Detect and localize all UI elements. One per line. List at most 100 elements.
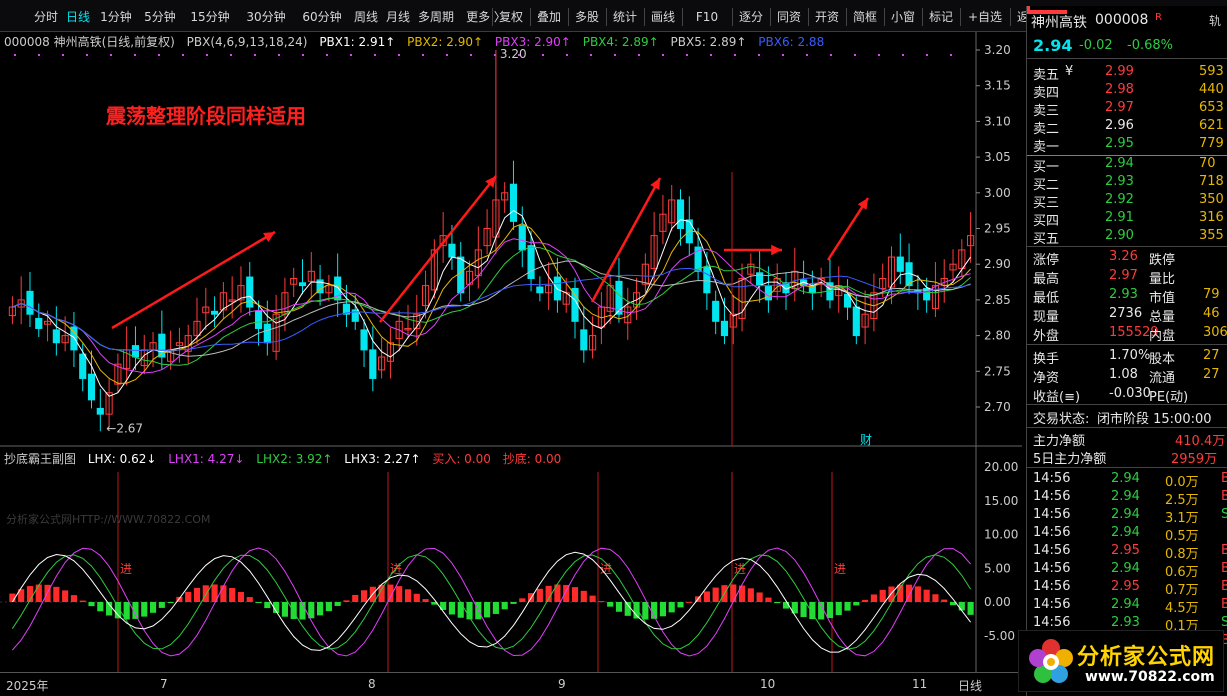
- hist-bar: [220, 585, 227, 602]
- bid-volume: 316: [1199, 210, 1224, 225]
- hist-bar: [448, 602, 456, 615]
- pbx4-value: PBX4: 2.89↑: [582, 35, 659, 49]
- hist-bar: [571, 587, 579, 602]
- pbx6-value: PBX6: 2.88: [758, 35, 825, 49]
- tick-time: 14:56: [1033, 579, 1071, 594]
- top-marker: [326, 54, 328, 56]
- bid-label: 买一: [1033, 160, 1060, 175]
- y-tick-sub: 20.00: [984, 460, 1018, 474]
- candle-body: [457, 256, 465, 294]
- toolbar-button-4[interactable]: 画线: [646, 6, 680, 28]
- top-marker: [38, 54, 40, 56]
- hist-bar: [193, 587, 201, 602]
- toolbar-button-12[interactable]: +自选: [962, 6, 1008, 28]
- fund-label: 5日主力净额: [1033, 452, 1107, 467]
- fund-value: 2959万: [1171, 452, 1218, 467]
- hist-bar: [747, 588, 754, 602]
- stat-value: 3.26: [1109, 249, 1138, 264]
- side-tab[interactable]: 轨: [1209, 12, 1221, 29]
- stat-label: 最低: [1033, 291, 1060, 306]
- ma-line-3: [12, 238, 971, 374]
- trend-arrow-5: [826, 197, 870, 261]
- divider: [1027, 58, 1227, 59]
- tick-volume: 0.0万: [1165, 475, 1199, 490]
- toolbar-button-7[interactable]: 同资: [772, 6, 806, 28]
- stat-value: 79: [1203, 287, 1220, 302]
- toolbar-button-3[interactable]: 统计: [608, 6, 642, 28]
- hist-bar: [343, 600, 350, 602]
- hist-bar: [484, 602, 491, 618]
- toolbar-separator: [644, 8, 645, 26]
- stat-label: 换手: [1033, 352, 1060, 367]
- tick-price: 2.93: [1111, 615, 1140, 630]
- toolbar-button-2[interactable]: 多股: [570, 6, 604, 28]
- toolbar-button-9[interactable]: 简框: [848, 6, 882, 28]
- toolbar-separator: [606, 8, 607, 26]
- low-price-mark: ←2.67: [106, 421, 143, 435]
- toolbar-tab-8[interactable]: 月线: [382, 6, 414, 28]
- hist-bar: [844, 602, 851, 611]
- toolbar-button-10[interactable]: 小窗: [886, 6, 920, 28]
- hist-bar: [536, 588, 543, 602]
- hist-bar: [149, 602, 157, 613]
- toolbar-tab-2[interactable]: 1分钟: [94, 6, 138, 28]
- toolbar-button-0[interactable]: 复权: [494, 6, 528, 28]
- toolbar-tab-7[interactable]: 周线: [350, 6, 382, 28]
- toolbar-tab-0[interactable]: 分时: [30, 6, 62, 28]
- hist-bar: [853, 602, 860, 606]
- stat-label: 最高: [1033, 272, 1060, 287]
- toolbar-tab-9[interactable]: 多周期: [414, 6, 458, 28]
- tick-price: 2.94: [1111, 489, 1140, 504]
- kline-chart[interactable]: 3.20 3.15 3.10 3.05 3.00 2.95 2.90 2.85 2.80 2.75…: [0, 32, 1022, 696]
- stat-label: 外盘: [1033, 329, 1060, 344]
- logo: 分析家公式网 www.70822.com: [1018, 630, 1224, 692]
- toolbar-tab-3[interactable]: 5分钟: [138, 6, 182, 28]
- top-marker: [206, 54, 208, 56]
- tick-side: B: [1221, 471, 1227, 486]
- high-price-mark: 3.20: [500, 47, 527, 61]
- jin-label: 进: [734, 562, 746, 576]
- bid-label: 买二: [1033, 178, 1060, 193]
- candle-body: [96, 407, 104, 415]
- top-marker: [542, 54, 544, 56]
- toolbar-button-6[interactable]: 逐分: [734, 6, 768, 28]
- candle-body: [298, 282, 307, 287]
- bid-label: 买五: [1033, 232, 1060, 247]
- hist-bar: [862, 599, 869, 602]
- candle-body: [369, 349, 377, 379]
- top-marker: [374, 54, 376, 56]
- tick-volume: 2.5万: [1165, 493, 1199, 508]
- tick-volume: 0.7万: [1165, 583, 1199, 598]
- tick-price: 2.94: [1111, 507, 1140, 522]
- hist-bar: [185, 591, 192, 602]
- tick-price: 2.95: [1111, 543, 1140, 558]
- hist-bar: [53, 586, 60, 602]
- top-marker: [830, 54, 832, 56]
- toolbar-button-11[interactable]: 标记: [924, 6, 958, 28]
- ask-volume: 593: [1199, 64, 1224, 79]
- sub-chart-title: 抄底霸王副图: [4, 452, 77, 466]
- finance-mark: 财: [860, 433, 872, 447]
- top-marker: [86, 54, 88, 56]
- x-axis-label: 7: [160, 677, 168, 691]
- chart-area[interactable]: 3.20 3.15 3.10 3.05 3.00 2.95 2.90 2.85 2.80 2.75…: [0, 32, 1022, 696]
- price-change: -0.02: [1079, 38, 1113, 53]
- toolbar-tab-4[interactable]: 15分钟: [182, 6, 238, 28]
- top-marker: [734, 54, 736, 56]
- toolbar-tab-6[interactable]: 60分钟: [294, 6, 350, 28]
- toolbar-tab-1[interactable]: 日线: [62, 6, 94, 28]
- top-marker: [470, 54, 472, 56]
- hist-bar: [686, 601, 693, 603]
- tick-price: 2.94: [1111, 597, 1140, 612]
- hist-bar: [642, 602, 649, 620]
- toolbar-button-1[interactable]: 叠加: [532, 6, 566, 28]
- toolbar-button-5[interactable]: F10: [684, 6, 730, 28]
- toolbar-tab-5[interactable]: 30分钟: [238, 6, 294, 28]
- candle-body: [254, 310, 263, 329]
- candle-body: [703, 266, 711, 294]
- candle-body: [720, 320, 729, 337]
- stat-label: 现量: [1033, 310, 1060, 325]
- top-marker: [902, 54, 904, 56]
- toolbar-button-8[interactable]: 开资: [810, 6, 844, 28]
- top-marker: [302, 54, 304, 56]
